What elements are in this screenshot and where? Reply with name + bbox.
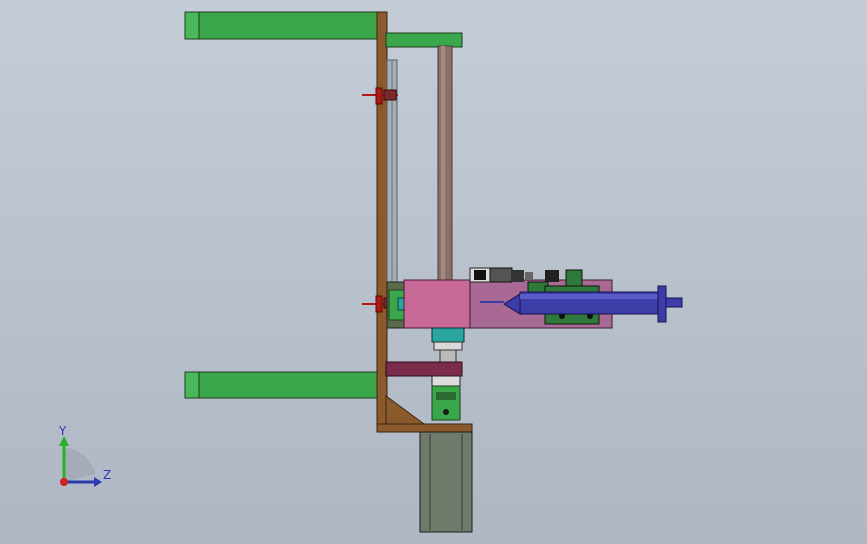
cad-viewport[interactable]: Y Z <box>0 0 867 544</box>
bottom-arm[interactable] <box>184 371 384 399</box>
pink-slide-block[interactable] <box>403 279 471 329</box>
z-axis-label: Z <box>103 468 112 482</box>
shaft-coupling[interactable] <box>431 375 461 421</box>
top-green-cap[interactable] <box>385 32 463 48</box>
drive-motor[interactable] <box>419 431 473 533</box>
z-axis-arrow <box>94 477 102 487</box>
assembly-drawing <box>59 11 683 533</box>
maroon-plate[interactable] <box>385 361 463 377</box>
teal-bearing[interactable] <box>431 327 465 363</box>
top-arm[interactable] <box>184 11 384 40</box>
guide-column[interactable] <box>437 45 453 283</box>
axis-triad <box>59 436 102 487</box>
y-axis-label: Y <box>59 424 67 438</box>
origin-dot <box>60 478 68 486</box>
